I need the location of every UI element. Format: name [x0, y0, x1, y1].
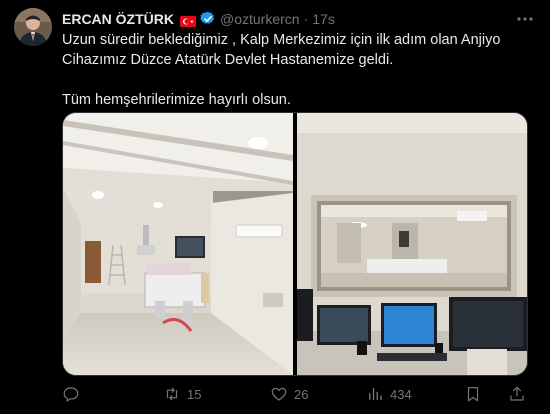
- like-button[interactable]: 26: [270, 385, 308, 403]
- views-count: 434: [390, 386, 412, 402]
- repost-button[interactable]: 15: [163, 385, 201, 403]
- repost-icon: [166, 387, 178, 401]
- bookmark-button[interactable]: [464, 385, 482, 403]
- reply-button[interactable]: [62, 385, 86, 403]
- turkey-flag-icon: [180, 14, 196, 27]
- media-photo-control-room[interactable]: [297, 113, 527, 375]
- share-icon: [510, 386, 524, 401]
- author-name[interactable]: ERCAN ÖZTÜRK: [62, 11, 174, 27]
- post-text: Uzun süredir beklediğimiz , Kalp Merkezi…: [62, 30, 532, 110]
- heart-icon: [271, 387, 287, 401]
- media-photo-hallway[interactable]: [63, 113, 293, 375]
- reply-icon: [63, 387, 79, 402]
- post-header: ERCAN ÖZTÜRK @ozturkercn · 17s: [62, 10, 335, 28]
- avatar[interactable]: [14, 8, 52, 46]
- post-text-line: Uzun süredir beklediğimiz , Kalp Merkezi…: [62, 32, 501, 68]
- dot-separator: ·: [303, 11, 309, 27]
- author-handle[interactable]: @ozturkercn: [220, 11, 300, 27]
- views-icon: [369, 388, 382, 400]
- bookmark-icon: [467, 387, 479, 402]
- action-bar: 15 26 434: [62, 384, 532, 404]
- views-button[interactable]: 434: [366, 385, 412, 403]
- repost-count: 15: [187, 386, 202, 402]
- verified-badge-icon[interactable]: [200, 11, 216, 27]
- post-text-line: Tüm hemşehrilerimize hayırlı olsun.: [62, 92, 291, 108]
- share-button[interactable]: [508, 385, 526, 403]
- like-count: 26: [294, 386, 309, 402]
- post-time[interactable]: 17s: [312, 11, 335, 27]
- post-media: [62, 112, 528, 376]
